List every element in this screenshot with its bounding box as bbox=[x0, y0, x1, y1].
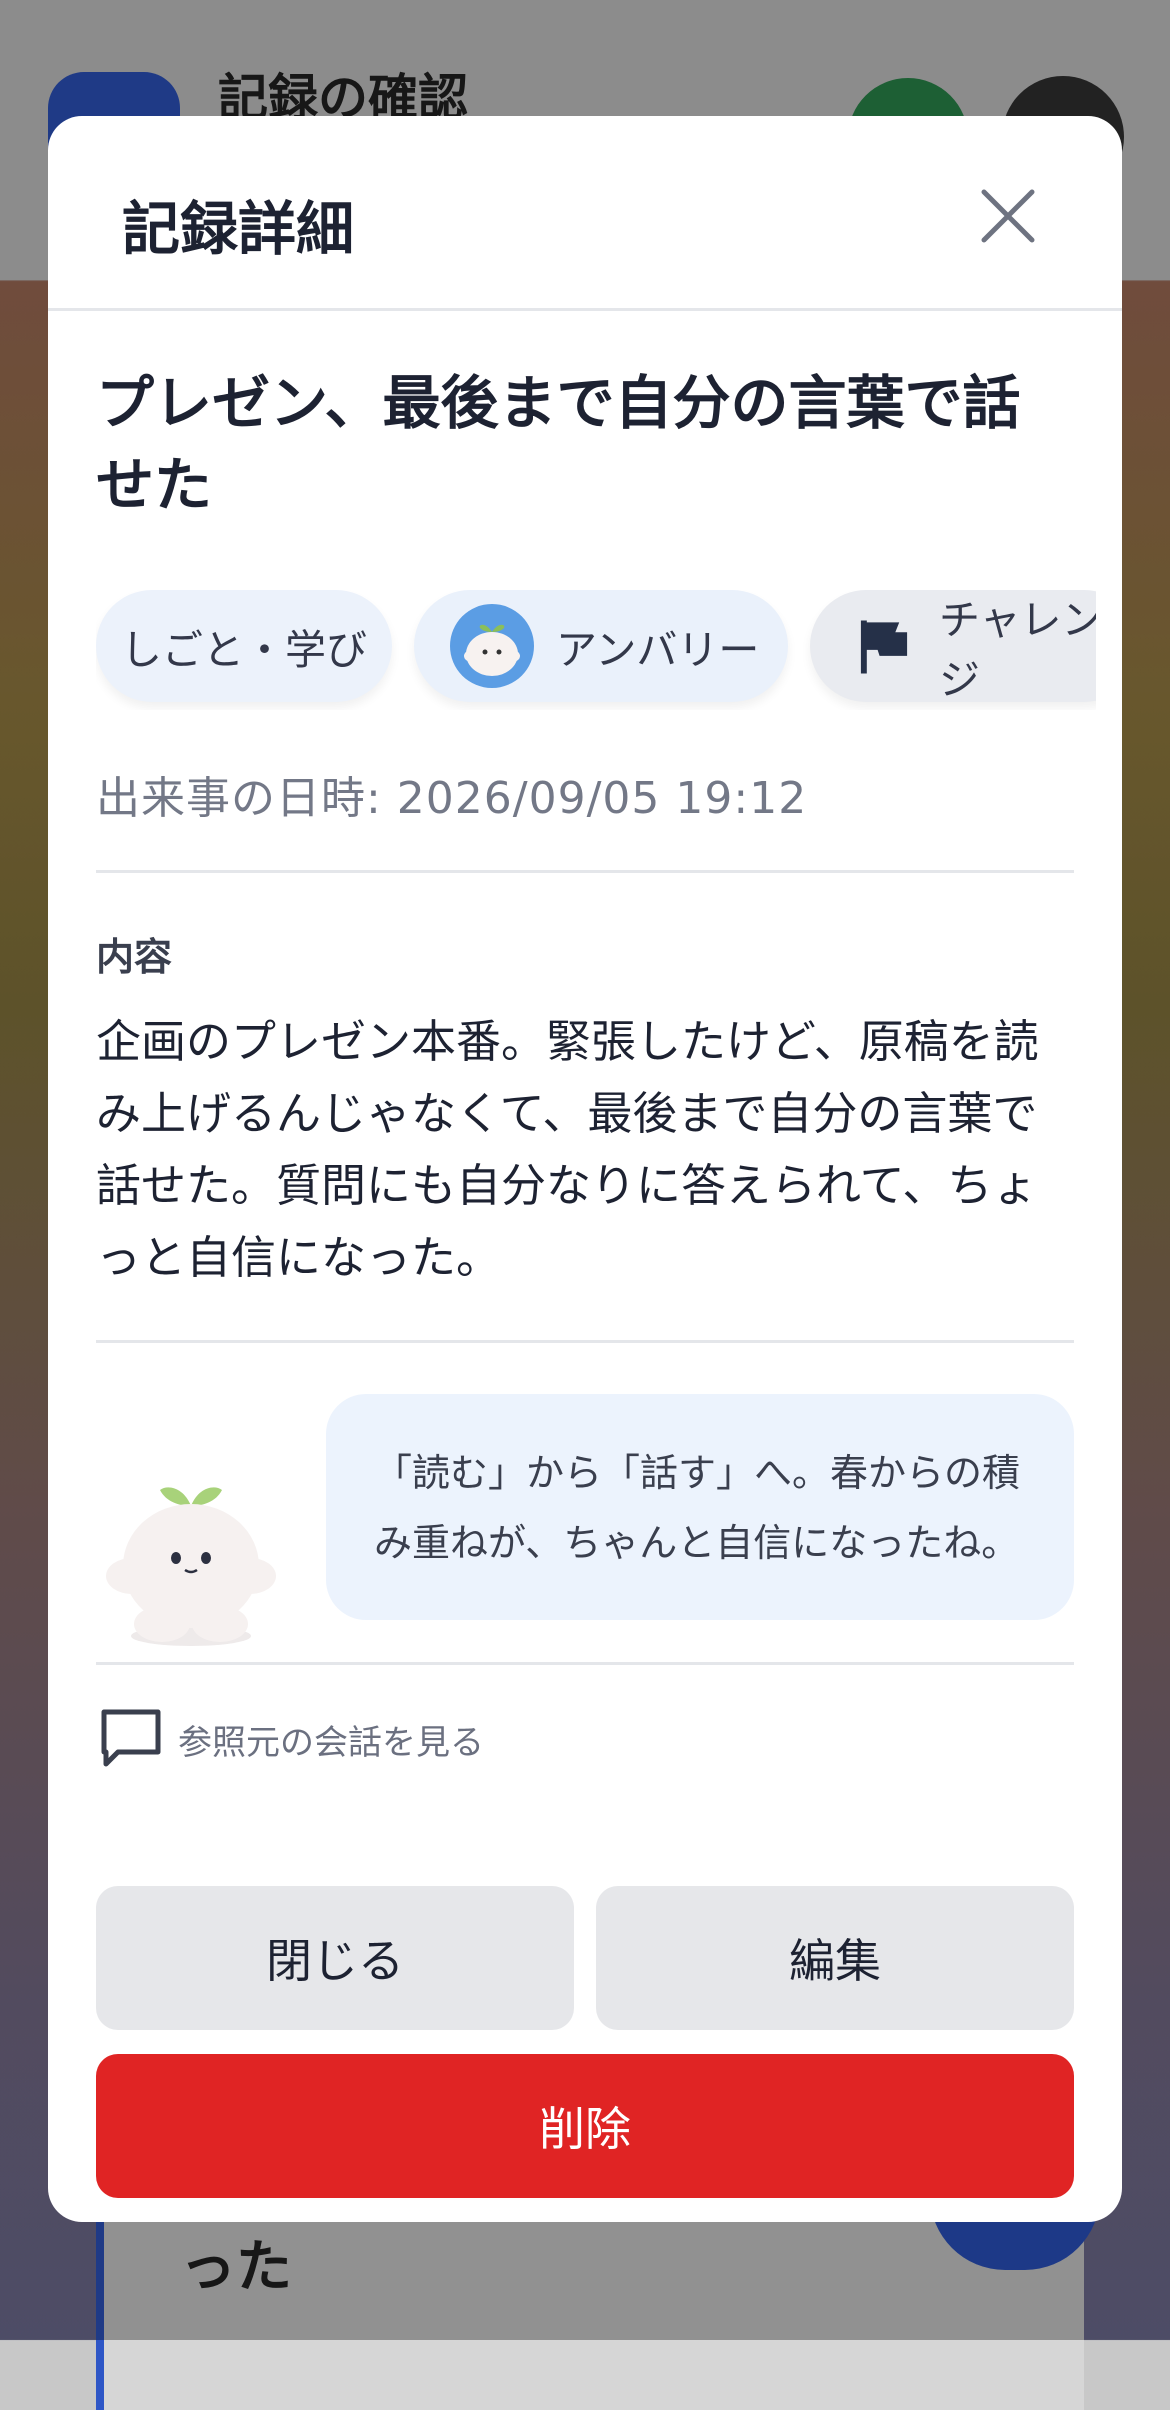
tag-list: しごと・学び アンバリー チャレンジ bbox=[96, 590, 1096, 710]
record-detail-modal: 記録詳細 プレゼン、最後まで自分の言葉で話せた しごと・学び アンバリー チャレ… bbox=[48, 116, 1122, 2222]
modal-header: 記録詳細 bbox=[48, 116, 1122, 311]
tag-label: チャレンジ bbox=[938, 596, 1096, 704]
close-dialog-button[interactable]: 閉じる bbox=[96, 1886, 574, 2030]
divider bbox=[96, 1340, 1074, 1343]
view-source-conversation-label: 参照元の会話を見る bbox=[178, 1722, 484, 1763]
divider bbox=[96, 1662, 1074, 1665]
tag-label: アンバリー bbox=[556, 626, 760, 674]
close-button[interactable] bbox=[968, 176, 1048, 256]
tag-label: しごと・学び bbox=[121, 626, 367, 674]
edit-button[interactable]: 編集 bbox=[596, 1886, 1074, 2030]
flag-icon bbox=[860, 620, 908, 674]
tag-challenge[interactable]: チャレンジ bbox=[810, 590, 1096, 704]
close-icon bbox=[981, 189, 1035, 243]
record-title: プレゼン、最後まで自分の言葉で話せた bbox=[96, 369, 1021, 519]
record-content: 企画のプレゼン本番。緊張したけど、原稿を読み上げるんじゃなくて、最後まで自分の言… bbox=[96, 1015, 1039, 1284]
modal-title: 記録詳細 bbox=[122, 195, 355, 263]
event-datetime: 出来事の日時: 2026/09/05 19:12 bbox=[96, 773, 808, 824]
chat-bubble-icon bbox=[101, 1709, 161, 1767]
content-section-label: 内容 bbox=[96, 935, 173, 979]
view-source-conversation-link[interactable]: 参照元の会話を見る bbox=[98, 1704, 484, 1774]
comment-text: 「読む」から「話す」へ。春からの積み重ねが、ちゃんと自信になったね。 bbox=[374, 1451, 1021, 1565]
character-avatar-icon bbox=[450, 604, 534, 688]
mascot-avatar bbox=[96, 1446, 286, 1656]
delete-button[interactable]: 削除 bbox=[96, 2054, 1074, 2198]
tag-character[interactable]: アンバリー bbox=[414, 590, 788, 702]
divider bbox=[96, 870, 1074, 873]
tag-category[interactable]: しごと・学び bbox=[96, 590, 392, 702]
comment-bubble: 「読む」から「話す」へ。春からの積み重ねが、ちゃんと自信になったね。 bbox=[326, 1394, 1074, 1620]
